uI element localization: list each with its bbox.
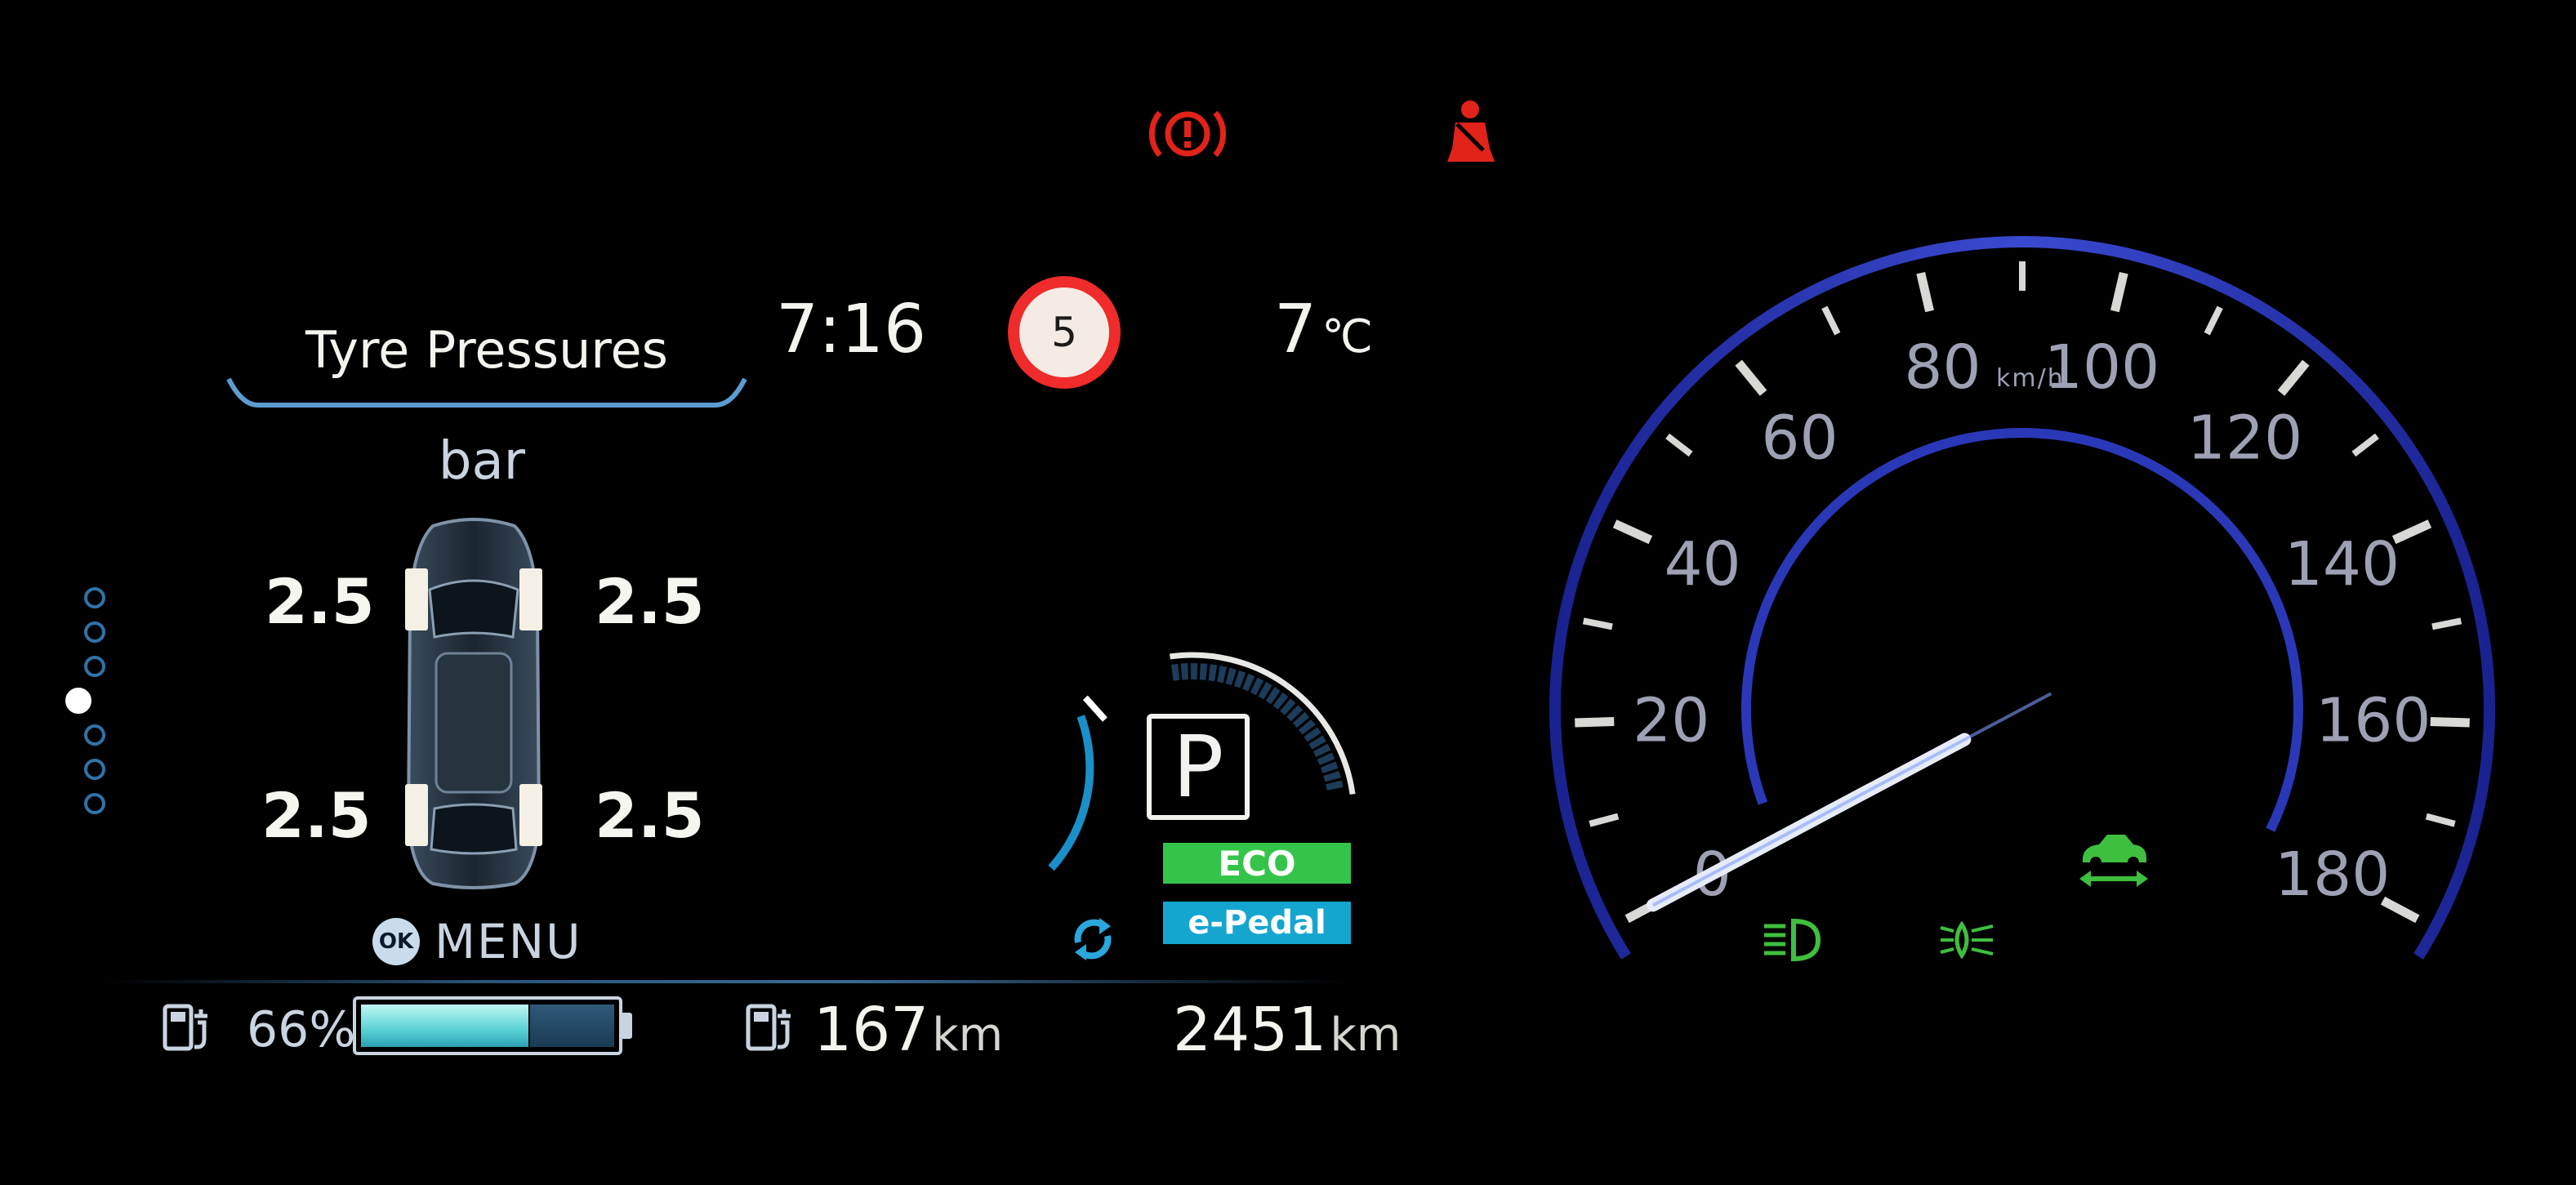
speed-label-160: 160 bbox=[2315, 685, 2431, 755]
power-segment bbox=[1180, 663, 1188, 680]
ok-button-icon: OK bbox=[372, 918, 420, 965]
speed-label-120: 120 bbox=[2187, 403, 2302, 473]
range-value: 167 bbox=[813, 995, 929, 1065]
battery-fill bbox=[361, 1005, 528, 1047]
battery-empty bbox=[530, 1005, 614, 1047]
clock: 7:16 bbox=[776, 291, 927, 368]
minor-tick bbox=[1582, 617, 1613, 630]
power-segment bbox=[1326, 780, 1344, 791]
odometer-unit: km bbox=[1330, 1009, 1402, 1062]
tyre-pressure-rear-right: 2.5 bbox=[595, 779, 705, 852]
minor-tick bbox=[2204, 305, 2223, 336]
page-dot bbox=[84, 656, 105, 677]
e-pedal-badge: e-Pedal bbox=[1163, 902, 1351, 944]
headlight-icon bbox=[1764, 918, 1821, 962]
title-underline bbox=[226, 377, 747, 408]
minor-tick bbox=[2351, 433, 2379, 457]
page-dot bbox=[84, 587, 105, 608]
speed-limit-value: 5 bbox=[1019, 287, 1109, 377]
speed-label-40: 40 bbox=[1664, 529, 1740, 599]
battery-terminal bbox=[622, 1013, 632, 1039]
power-segment bbox=[1225, 667, 1237, 686]
speed-label-80: 80 bbox=[1904, 332, 1981, 403]
tyre-pressure-rear-left: 2.5 bbox=[261, 779, 372, 852]
speed-limit-sign: 5 bbox=[1008, 276, 1121, 389]
gear-indicator: P bbox=[1147, 714, 1250, 820]
power-segment bbox=[1323, 770, 1341, 782]
page-dot bbox=[84, 759, 105, 780]
speed-label-180: 180 bbox=[2275, 840, 2390, 910]
major-tick bbox=[1575, 717, 1615, 728]
minor-tick bbox=[1821, 305, 1841, 336]
pressure-unit-label: bar bbox=[438, 431, 526, 492]
minor-tick bbox=[2431, 617, 2462, 630]
minor-tick bbox=[2425, 813, 2456, 827]
power-segment bbox=[1217, 666, 1228, 684]
power-zero-mark bbox=[1082, 695, 1108, 722]
regen-arc bbox=[1048, 715, 1094, 871]
seatbelt-warning-icon bbox=[1447, 100, 1495, 162]
regen-icon bbox=[1074, 918, 1112, 960]
speed-unit-label: km/h bbox=[1996, 364, 2065, 393]
minor-tick bbox=[1665, 433, 1693, 457]
tyre-pressure-front-right: 2.5 bbox=[595, 565, 705, 638]
speedometer: 020406080100120140160180 bbox=[1549, 236, 2495, 960]
ev-charge-icon bbox=[163, 1004, 207, 1051]
power-segment bbox=[1199, 663, 1208, 680]
car-top-view-icon bbox=[405, 518, 542, 889]
menu-label: MENU bbox=[435, 914, 582, 969]
needle-glow bbox=[1651, 692, 2052, 907]
front-fog-light-icon bbox=[1940, 920, 1994, 960]
vehicle-stability-icon bbox=[2079, 835, 2148, 887]
page-dot bbox=[84, 793, 105, 814]
page-dot-active bbox=[65, 688, 91, 714]
temperature-unit: ℃ bbox=[1321, 310, 1374, 363]
outside-temperature: 7 ℃ bbox=[1274, 291, 1373, 368]
range-unit: km bbox=[932, 1009, 1004, 1062]
ev-range-icon bbox=[746, 1004, 791, 1051]
power-segment bbox=[1170, 663, 1180, 681]
page-dot bbox=[84, 621, 105, 643]
major-tick bbox=[1612, 519, 1653, 545]
menu-hint[interactable]: OK MENU bbox=[372, 913, 582, 970]
driving-range: 167 km bbox=[813, 995, 1003, 1065]
brake-warning-icon bbox=[1148, 110, 1227, 158]
speed-label-140: 140 bbox=[2284, 529, 2400, 599]
battery-percent: 66% bbox=[247, 1001, 356, 1058]
tyre-pressures-title: Tyre Pressures bbox=[305, 320, 668, 380]
power-segment bbox=[1208, 664, 1218, 682]
minor-tick bbox=[1589, 813, 1620, 827]
speed-label-20: 20 bbox=[1633, 685, 1709, 755]
odometer-value: 2451 bbox=[1173, 995, 1327, 1065]
temperature-value: 7 bbox=[1274, 291, 1317, 368]
tyre-pressure-front-left: 2.5 bbox=[265, 565, 375, 638]
power-segment bbox=[1190, 663, 1198, 680]
major-tick bbox=[2110, 272, 2128, 313]
speed-label-60: 60 bbox=[1761, 403, 1838, 473]
major-tick bbox=[2430, 717, 2470, 728]
inner-arc bbox=[1741, 428, 2303, 832]
major-tick bbox=[1735, 359, 1767, 396]
page-dot bbox=[84, 724, 105, 746]
major-tick bbox=[2277, 359, 2310, 396]
eco-mode-badge: ECO bbox=[1163, 843, 1351, 884]
major-tick bbox=[1916, 272, 1934, 313]
page-indicator bbox=[65, 587, 105, 814]
battery-level-bar bbox=[353, 996, 622, 1055]
odometer: 2451 km bbox=[1173, 995, 1401, 1065]
